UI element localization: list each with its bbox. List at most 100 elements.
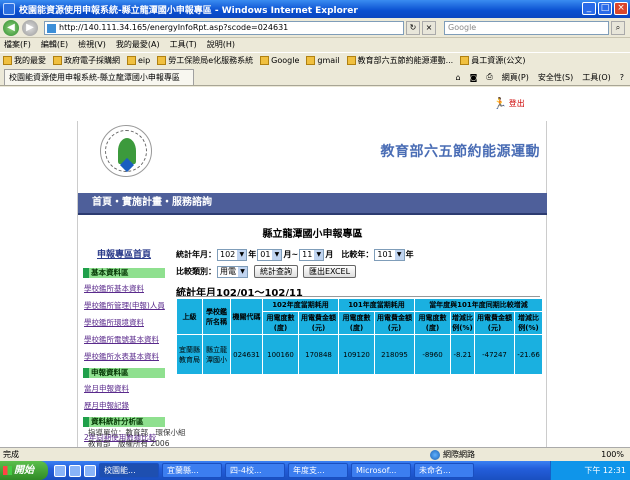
taskbar-button[interactable]: 宜蘭縣... bbox=[162, 463, 222, 478]
favorite-link[interactable]: eip bbox=[127, 55, 150, 65]
refresh-icon[interactable]: ↻ bbox=[406, 20, 420, 35]
search-icon[interactable]: ⌕ bbox=[611, 20, 625, 35]
desktop-quicklaunch-icon[interactable] bbox=[69, 464, 81, 477]
year-from-select[interactable]: 102 ▼ bbox=[217, 248, 248, 261]
menu-favorites[interactable]: 我的最愛(A) bbox=[116, 39, 160, 50]
col-code: 機關代碼 bbox=[230, 298, 263, 335]
command-page[interactable]: 網頁(P) bbox=[502, 72, 529, 83]
start-button[interactable]: 開始 bbox=[0, 461, 48, 480]
cell-value: -8.21 bbox=[450, 334, 475, 375]
footer-line: 教育部 版權所有 2006 bbox=[88, 439, 170, 447]
taskbar-button[interactable]: 四-4校... bbox=[225, 463, 285, 478]
stat-period-label: 統計年月： bbox=[176, 250, 216, 259]
system-tray-clock[interactable]: 下午 12:31 bbox=[550, 461, 630, 480]
sidebar-link[interactable]: 歷月申報記錄 bbox=[83, 400, 165, 411]
menu-bar: 檔案(F) 編輯(E) 檢視(V) 我的最愛(A) 工具(T) 說明(H) bbox=[0, 38, 630, 51]
cell-value: 218095 bbox=[374, 334, 415, 375]
globe-icon bbox=[430, 449, 440, 460]
favorite-link[interactable]: gmail bbox=[306, 55, 340, 65]
favorites-button[interactable]: 我的最愛 bbox=[3, 55, 46, 66]
menu-view[interactable]: 檢視(V) bbox=[78, 39, 106, 50]
sidebar: 申報專區首頁 基本資料區 學校鑑所基本資料 學校鑑所管理(申報)人員 學校鑑所環… bbox=[83, 247, 165, 447]
sub-header: 增減比例(%) bbox=[514, 311, 543, 335]
sidebar-section-stats: 資料統計分析區 bbox=[83, 417, 165, 427]
sidebar-section-report: 申報資料區 bbox=[83, 368, 165, 378]
dropdown-arrow-icon: ▼ bbox=[394, 249, 404, 260]
taskbar-button[interactable]: 未命名... bbox=[414, 463, 474, 478]
menu-edit[interactable]: 編輯(E) bbox=[41, 39, 68, 50]
query-button[interactable]: 統計查詢 bbox=[254, 265, 298, 278]
windows-logo-icon bbox=[3, 466, 12, 475]
page-icon bbox=[53, 55, 62, 65]
page-footer: 指導單位：教育部 環保小組 教育部 版權所有 2006 bbox=[88, 427, 186, 447]
sub-header: 增減比例(%) bbox=[450, 311, 475, 335]
divider bbox=[176, 296, 540, 297]
cell-value: -8960 bbox=[414, 334, 451, 375]
compare-year-select[interactable]: 101 ▼ bbox=[374, 248, 405, 261]
address-input[interactable]: http://140.111.34.165/energyInfoRpt.asp?… bbox=[44, 20, 404, 35]
cell-school: 縣立龍潭國小 bbox=[202, 334, 231, 375]
sidebar-link[interactable]: 學校鑑所基本資料 bbox=[83, 283, 165, 294]
media-quicklaunch-icon[interactable] bbox=[84, 464, 96, 477]
compare-type-select[interactable]: 用電 ▼ bbox=[217, 265, 248, 278]
address-toolbar: ◀ ▶ http://140.111.34.165/energyInfoRpt.… bbox=[0, 18, 630, 38]
page-viewport: 🏃 登出 教育部六五節約能源運動 首頁・實施計畫・服務諮詢 縣立龍潭國小申報專區… bbox=[0, 87, 630, 447]
ie-app-icon bbox=[3, 3, 15, 15]
dropdown-arrow-icon: ▼ bbox=[272, 249, 282, 260]
print-icon[interactable]: ⎙ bbox=[486, 72, 492, 82]
favorite-link[interactable]: 教育部六五節約能源運動... bbox=[346, 55, 453, 66]
menu-help[interactable]: 說明(H) bbox=[207, 39, 235, 50]
month-to-select[interactable]: 11 ▼ bbox=[299, 248, 325, 261]
forward-button[interactable]: ▶ bbox=[22, 19, 38, 36]
col-compare: 當年度與101年度同期比較增減 bbox=[414, 298, 543, 312]
sidebar-link[interactable]: 學校鑑所水表基本資料 bbox=[83, 351, 165, 362]
feeds-icon[interactable]: ◙ bbox=[470, 73, 478, 82]
maximize-button[interactable]: □ bbox=[598, 2, 612, 15]
home-icon[interactable]: ⌂ bbox=[456, 73, 461, 82]
cell-code: 024631 bbox=[230, 334, 263, 375]
sidebar-link[interactable]: 學校鑑所環境資料 bbox=[83, 317, 165, 328]
favorite-link[interactable]: 政府電子採購網 bbox=[53, 55, 120, 66]
col-this-year: 102年度當期耗用 bbox=[262, 298, 339, 312]
command-safety[interactable]: 安全性(S) bbox=[538, 72, 573, 83]
dropdown-arrow-icon: ▼ bbox=[314, 249, 324, 260]
favorite-link[interactable]: 員工資源(公文) bbox=[460, 55, 525, 66]
logout-link[interactable]: 🏃 登出 bbox=[493, 97, 525, 110]
ministry-logo bbox=[100, 125, 152, 177]
menu-tools[interactable]: 工具(T) bbox=[170, 39, 197, 50]
menu-file[interactable]: 檔案(F) bbox=[4, 39, 31, 50]
cell-value: 170848 bbox=[298, 334, 339, 375]
sidebar-link[interactable]: 學校鑑所管理(申報)人員 bbox=[83, 300, 165, 311]
zoom-level[interactable]: 100% bbox=[601, 450, 624, 459]
favorite-link[interactable]: 勞工保險局e化服務系統 bbox=[157, 55, 253, 66]
stop-icon[interactable]: × bbox=[422, 20, 436, 35]
taskbar-button[interactable]: Microsof... bbox=[351, 463, 411, 478]
ie-quicklaunch-icon[interactable] bbox=[54, 464, 66, 477]
sidebar-link[interactable]: 學校鑑所電號基本資料 bbox=[83, 334, 165, 345]
compare-year-label: 比較年： bbox=[341, 250, 374, 259]
col-last-year: 101年度當期耗用 bbox=[338, 298, 415, 312]
sub-header: 用電費金額(元) bbox=[374, 311, 415, 335]
minimize-button[interactable]: _ bbox=[582, 2, 596, 15]
export-excel-button[interactable]: 匯出EXCEL bbox=[303, 265, 357, 278]
favorite-link[interactable]: Google bbox=[260, 55, 299, 65]
back-button[interactable]: ◀ bbox=[3, 19, 19, 36]
page-favicon-icon bbox=[47, 23, 56, 33]
search-input[interactable]: Google bbox=[444, 20, 609, 35]
cell-value: -21.66 bbox=[514, 334, 543, 375]
month-from-select[interactable]: 01 ▼ bbox=[257, 248, 283, 261]
taskbar-button[interactable]: 校園能... bbox=[99, 463, 159, 478]
close-button[interactable]: × bbox=[614, 2, 628, 15]
sidebar-link[interactable]: 當月申報資料 bbox=[83, 383, 165, 394]
taskbar-button[interactable]: 年度支... bbox=[288, 463, 348, 478]
dropdown-arrow-icon: ▼ bbox=[237, 249, 247, 260]
cell-region: 宜蘭縣教育局 bbox=[176, 334, 203, 375]
security-zone: 網際網路 bbox=[430, 449, 475, 460]
top-nav[interactable]: 首頁・實施計畫・服務諮詢 bbox=[78, 193, 547, 215]
command-tools[interactable]: 工具(O) bbox=[582, 72, 611, 83]
help-icon[interactable]: ? bbox=[620, 73, 624, 82]
browser-tab[interactable]: 校園能資源使用申報系統-縣立龍潭國小申報專區 bbox=[4, 68, 194, 85]
status-text: 完成 bbox=[3, 450, 19, 459]
sidebar-home-link[interactable]: 申報專區首頁 bbox=[97, 247, 165, 260]
star-icon bbox=[3, 55, 12, 65]
